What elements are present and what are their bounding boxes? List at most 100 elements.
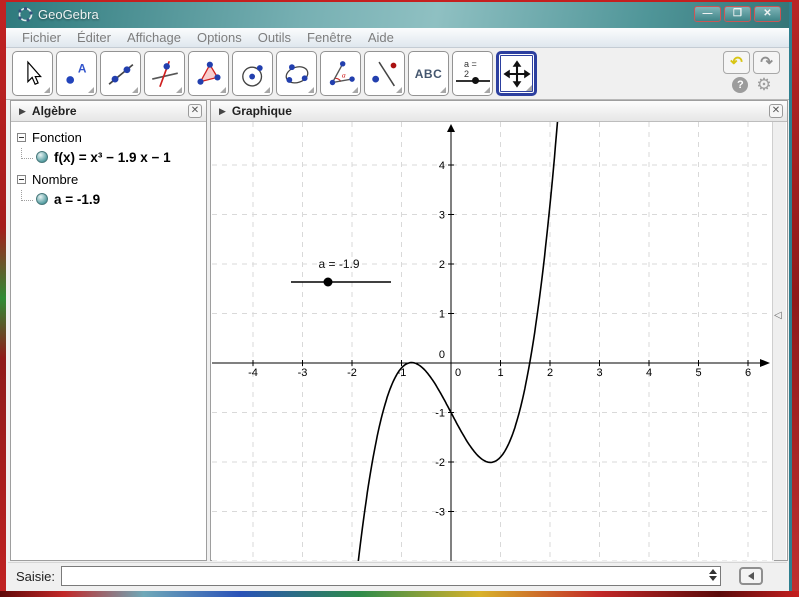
graphics-view[interactable]: -4 -3 -2 -1 0 1 2 3 4 5 6-3-2-101234a = -1.9 bbox=[212, 122, 774, 561]
menu-outils[interactable]: Outils bbox=[250, 30, 299, 45]
tool-angle[interactable]: a bbox=[320, 51, 361, 96]
x-tick-label: 1 bbox=[497, 367, 503, 379]
algebra-close-icon[interactable]: ✕ bbox=[188, 104, 202, 118]
graphics-collapse-arrow-icon[interactable]: ▶ bbox=[219, 106, 226, 117]
toolbar-right-controls: ↶ ↷ ? ⚙ bbox=[723, 51, 781, 93]
point-icon: A bbox=[65, 61, 86, 84]
x-axis-arrow-icon bbox=[760, 359, 770, 367]
tool-perpendicular-line[interactable] bbox=[144, 51, 185, 96]
visibility-marble-icon[interactable] bbox=[36, 151, 48, 163]
collapse-node-icon[interactable] bbox=[17, 174, 26, 184]
help-icon[interactable]: ? bbox=[732, 77, 749, 93]
function-curve[interactable] bbox=[353, 122, 562, 561]
number-definition: a = -1.9 bbox=[54, 191, 101, 207]
perpendicular-line-icon bbox=[151, 60, 178, 87]
y-tick-label: 1 bbox=[439, 309, 445, 321]
y-tick-label: 2 bbox=[439, 259, 445, 271]
cursor-arrow-icon bbox=[26, 60, 42, 85]
line-icon bbox=[108, 63, 133, 85]
menu-aide[interactable]: Aide bbox=[360, 30, 402, 45]
spinner-down-icon bbox=[709, 576, 718, 581]
text-tool-label: ABC bbox=[414, 66, 443, 81]
undo-button[interactable]: ↶ bbox=[723, 51, 750, 74]
reflect-icon bbox=[371, 61, 396, 86]
redo-button[interactable]: ↷ bbox=[753, 51, 780, 74]
geogebra-logo-icon bbox=[18, 6, 33, 22]
tool-ellipse[interactable] bbox=[276, 51, 317, 96]
command-input[interactable] bbox=[61, 566, 722, 586]
ellipse-icon bbox=[285, 63, 308, 84]
spinner-up-icon bbox=[709, 569, 718, 574]
minimize-button[interactable]: — bbox=[694, 6, 721, 22]
slider-tool-icon: a = 2 bbox=[455, 58, 490, 89]
x-tick-label: 5 bbox=[695, 367, 701, 379]
menu-editer[interactable]: Éditer bbox=[69, 30, 119, 45]
title-bar[interactable]: GeoGebra — ❐ ✕ bbox=[6, 2, 789, 28]
tool-move-cursor[interactable] bbox=[12, 51, 53, 96]
menu-bar: Fichier Éditer Affichage Options Outils … bbox=[6, 28, 789, 48]
menu-fenetre[interactable]: Fenêtre bbox=[299, 30, 360, 45]
y-tick-label: -3 bbox=[435, 507, 445, 519]
input-bar: Saisie: bbox=[8, 562, 787, 589]
menu-options[interactable]: Options bbox=[189, 30, 250, 45]
input-label: Saisie: bbox=[16, 568, 56, 584]
geogebra-window: GeoGebra — ❐ ✕ Fichier Éditer Affichage … bbox=[6, 2, 789, 591]
svg-text:a: a bbox=[341, 70, 345, 79]
panel-collapse-strip[interactable]: ◁ bbox=[772, 122, 786, 560]
tool-polygon[interactable] bbox=[188, 51, 229, 96]
window-controls: — ❐ ✕ bbox=[694, 6, 781, 22]
algebra-tree: Fonction f(x) = x³ − 1.9 x − 1 Nombre a … bbox=[11, 122, 206, 210]
menu-fichier[interactable]: Fichier bbox=[14, 30, 69, 45]
algebra-panel-header: ▶ Algèbre ✕ bbox=[11, 101, 206, 122]
menu-affichage[interactable]: Affichage bbox=[119, 30, 189, 45]
polygon-icon bbox=[196, 61, 221, 85]
x-tick-label: 2 bbox=[547, 367, 553, 379]
collapse-node-icon[interactable] bbox=[17, 132, 26, 142]
algebra-item-function[interactable]: f(x) = x³ − 1.9 x − 1 bbox=[17, 146, 206, 168]
algebra-panel-title: Algèbre bbox=[31, 104, 77, 118]
maximize-button[interactable]: ❐ bbox=[724, 6, 751, 22]
x-tick-label: 3 bbox=[596, 367, 602, 379]
visibility-marble-icon[interactable] bbox=[36, 193, 48, 205]
slider-handle[interactable] bbox=[323, 277, 333, 287]
x-tick-label: 0 bbox=[455, 367, 461, 379]
gear-icon[interactable]: ⚙ bbox=[756, 76, 771, 93]
desktop: GeoGebra — ❐ ✕ Fichier Éditer Affichage … bbox=[0, 0, 799, 597]
input-spinner[interactable] bbox=[709, 569, 718, 581]
slider-tool-label: a = 2 bbox=[464, 58, 477, 79]
tool-move-graphics-view[interactable] bbox=[496, 51, 537, 96]
toolbar: A a ABC a = 2 ↶ ↷ ? ⚙ bbox=[6, 48, 789, 100]
algebra-panel: ▶ Algèbre ✕ Fonction f(x) = x³ − 1.9 x −… bbox=[10, 100, 207, 561]
tool-circle-center-point[interactable] bbox=[232, 51, 273, 96]
y-zero-label: 0 bbox=[439, 349, 445, 361]
algebra-collapse-arrow-icon[interactable]: ▶ bbox=[19, 106, 26, 117]
group-label: Nombre bbox=[32, 171, 79, 187]
svg-text:A: A bbox=[77, 61, 86, 75]
algebra-group-fonction: Fonction f(x) = x³ − 1.9 x − 1 bbox=[17, 128, 206, 168]
y-tick-label: -2 bbox=[435, 457, 445, 469]
tool-new-point[interactable]: A bbox=[56, 51, 97, 96]
tool-text[interactable]: ABC bbox=[408, 51, 449, 96]
tree-connector bbox=[21, 147, 33, 159]
desktop-edge-bottom bbox=[0, 591, 799, 597]
circle-icon bbox=[241, 64, 263, 87]
y-axis-arrow-icon bbox=[447, 124, 455, 132]
x-tick-label: -4 bbox=[248, 367, 258, 379]
tool-slider[interactable]: a = 2 bbox=[452, 51, 493, 96]
graphics-panel: ▶ Graphique ✕ -4 -3 -2 -1 0 1 2 3 4 5 6 -3 -2 -1 0 1 2 3 4… bbox=[210, 100, 788, 561]
tool-reflect[interactable] bbox=[364, 51, 405, 96]
input-history-button[interactable] bbox=[739, 567, 764, 585]
x-tick-label: 4 bbox=[646, 367, 652, 379]
move-view-icon bbox=[502, 59, 531, 88]
graphics-close-icon[interactable]: ✕ bbox=[769, 104, 783, 118]
algebra-item-number[interactable]: a = -1.9 bbox=[17, 188, 206, 210]
x-tick-label: 6 bbox=[745, 367, 751, 379]
close-button[interactable]: ✕ bbox=[754, 6, 781, 22]
y-tick-label: 3 bbox=[439, 210, 445, 222]
tool-line-two-points[interactable] bbox=[100, 51, 141, 96]
graphics-panel-title: Graphique bbox=[231, 104, 292, 118]
x-tick-label: -2 bbox=[347, 367, 357, 379]
window-right-border bbox=[789, 2, 792, 591]
desktop-edge-right bbox=[792, 0, 799, 597]
angle-icon: a bbox=[329, 60, 355, 85]
